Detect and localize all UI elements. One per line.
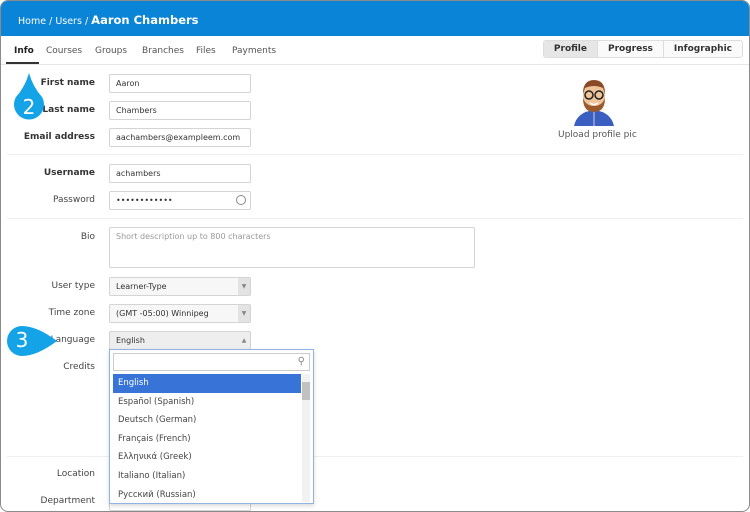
breadcrumb-users[interactable]: Users — [55, 16, 82, 27]
language-label: Language — [50, 335, 95, 345]
tab-info[interactable]: Info — [14, 46, 34, 56]
last-name-input[interactable]: Chambers — [109, 101, 251, 120]
bio-label: Bio — [80, 232, 95, 242]
username-input[interactable]: achambers — [109, 164, 251, 183]
credits-label: Credits — [63, 362, 95, 372]
last-name-label: Last name — [42, 105, 95, 115]
tab-payments[interactable]: Payments — [232, 46, 276, 56]
divider — [7, 218, 743, 219]
chevron-up-icon: ▲ — [241, 337, 247, 344]
progress-button[interactable]: Progress — [597, 41, 663, 57]
username-label: Username — [43, 168, 95, 178]
password-value: •••••••••••• — [116, 196, 173, 205]
scrollbar-thumb[interactable] — [302, 382, 310, 400]
avatar[interactable] — [569, 76, 619, 126]
language-option-german[interactable]: Deutsch (German) — [113, 411, 301, 430]
page-title: Aaron Chambers — [91, 13, 199, 27]
step-3-badge: 3 — [7, 326, 57, 356]
language-value: English — [116, 336, 145, 345]
language-option-french[interactable]: Français (French) — [113, 430, 301, 449]
chevron-down-icon: ▼ — [238, 305, 250, 322]
step-2-number: 2 — [22, 95, 36, 119]
language-option-english[interactable]: English — [113, 374, 301, 393]
breadcrumb: Home / Users / Aaron Chambers — [1, 1, 749, 36]
reveal-password-icon[interactable] — [236, 195, 246, 205]
tab-courses[interactable]: Courses — [46, 46, 82, 56]
language-dropdown: ⚲ English Español (Spanish) Deutsch (Ger… — [109, 349, 314, 504]
tab-groups[interactable]: Groups — [95, 46, 127, 56]
time-zone-label: Time zone — [48, 308, 95, 318]
dropdown-scrollbar[interactable] — [302, 374, 310, 502]
password-input[interactable]: •••••••••••• — [109, 191, 251, 210]
divider — [7, 154, 743, 155]
language-options-list: English Español (Spanish) Deutsch (Germa… — [113, 374, 301, 504]
view-switcher: Profile Progress Infographic — [542, 40, 743, 58]
breadcrumb-home[interactable]: Home — [18, 16, 46, 27]
upload-profile-pic-link[interactable]: Upload profile pic — [558, 130, 637, 140]
user-type-label: User type — [51, 281, 95, 291]
tab-branches[interactable]: Branches — [142, 46, 184, 56]
language-option-greek[interactable]: Ελληνικά (Greek) — [113, 448, 301, 467]
profile-button[interactable]: Profile — [543, 41, 597, 57]
department-label: Department — [40, 496, 95, 506]
infographic-button[interactable]: Infographic — [662, 41, 742, 57]
first-name-input[interactable]: Aaron — [109, 74, 251, 93]
email-label: Email address — [23, 132, 95, 142]
tab-files[interactable]: Files — [196, 46, 216, 56]
language-option-spanish[interactable]: Español (Spanish) — [113, 393, 301, 412]
time-zone-select[interactable]: (GMT -05:00) Winnipeg ▼ — [109, 304, 251, 323]
language-search-input[interactable]: ⚲ — [113, 353, 310, 371]
time-zone-value: (GMT -05:00) Winnipeg — [116, 309, 209, 318]
user-type-value: Learner-Type — [116, 282, 167, 291]
language-option-russian[interactable]: Русский (Russian) — [113, 486, 301, 505]
language-option-italian[interactable]: Italiano (Italian) — [113, 467, 301, 486]
step-3-number: 3 — [15, 328, 29, 352]
chevron-down-icon: ▼ — [238, 278, 250, 295]
email-input[interactable]: aachambers@exampleem.com — [109, 128, 251, 147]
app-window: Home / Users / Aaron Chambers Info Cours… — [0, 0, 750, 512]
password-label: Password — [52, 195, 95, 205]
user-type-select[interactable]: Learner-Type ▼ — [109, 277, 251, 296]
location-label: Location — [56, 469, 95, 479]
bio-textarea[interactable]: Short description up to 800 characters — [109, 227, 475, 268]
search-icon: ⚲ — [297, 356, 305, 367]
step-2-badge: 2 — [13, 73, 45, 123]
language-select[interactable]: English ▲ — [109, 331, 251, 350]
first-name-label: First name — [40, 78, 95, 88]
active-tab-indicator — [6, 62, 39, 64]
